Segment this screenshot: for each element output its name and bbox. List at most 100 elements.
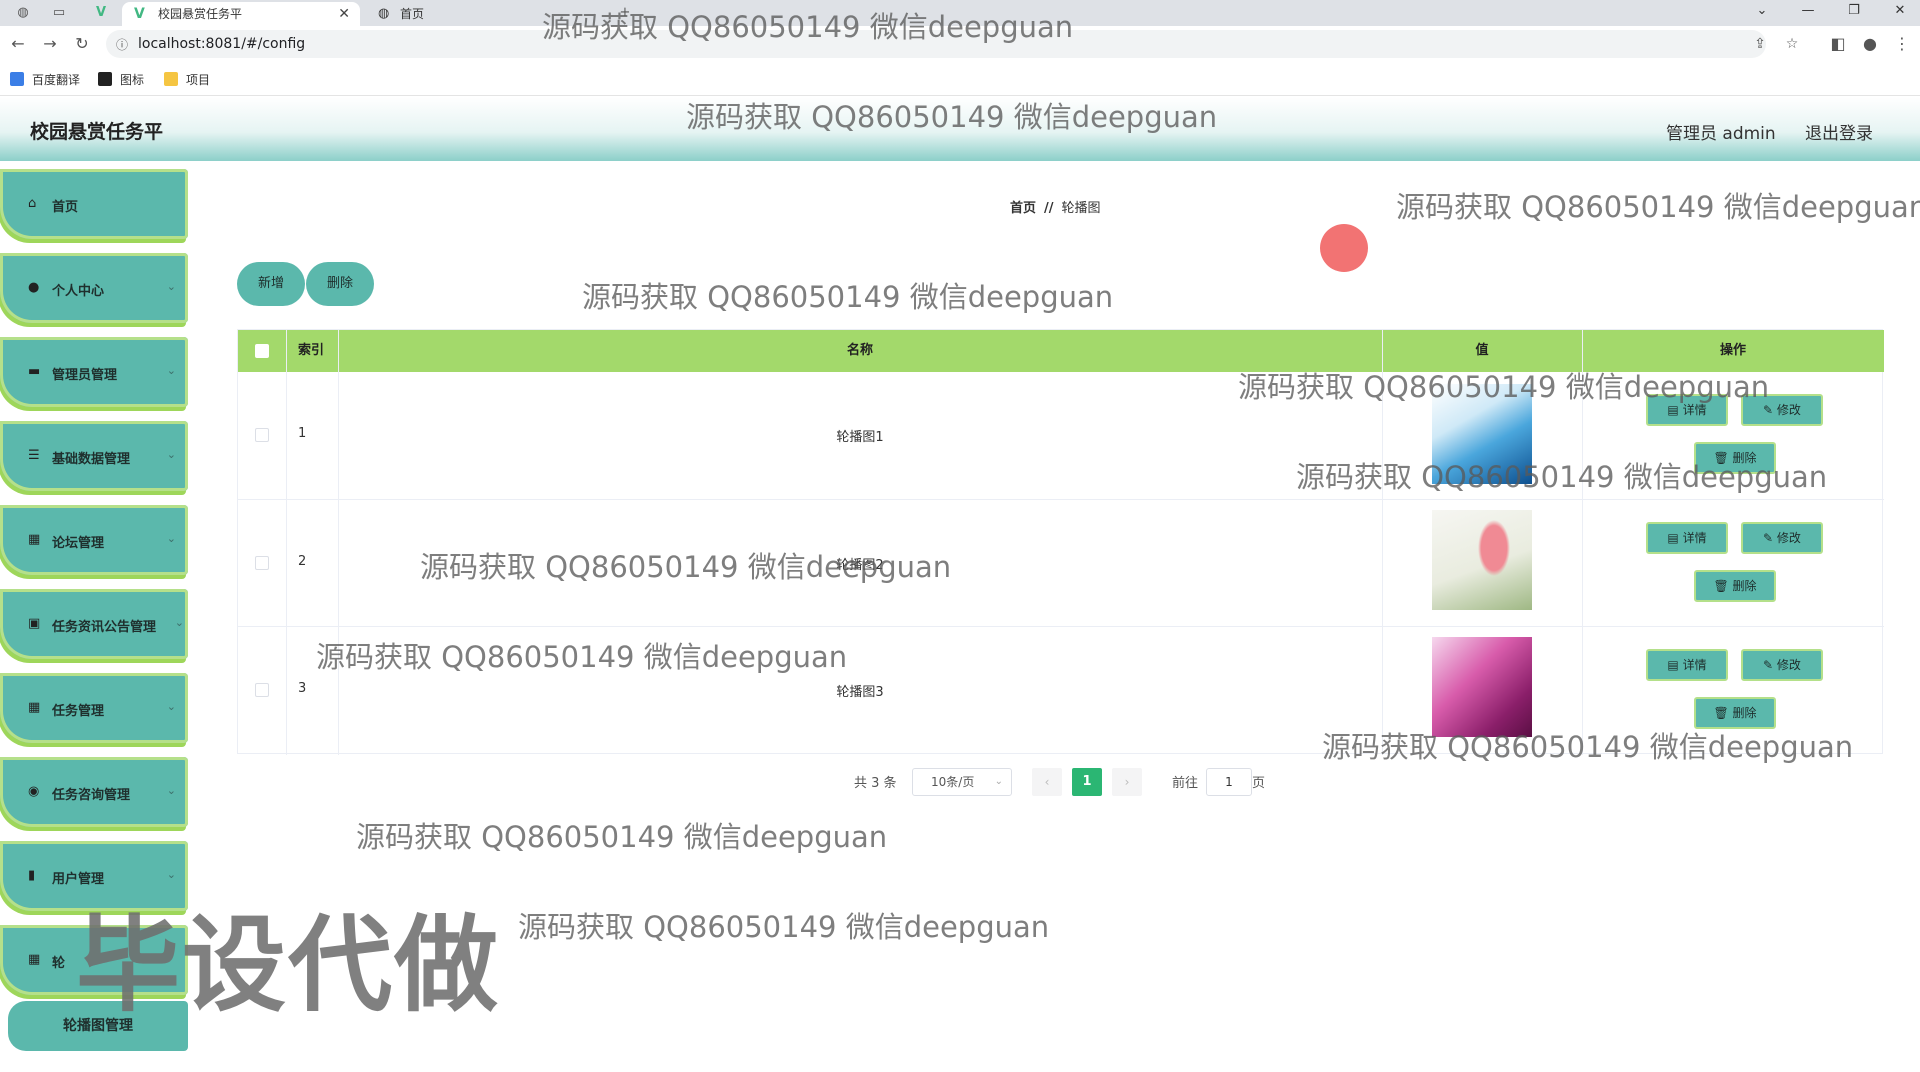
header-name: 名称 (846, 343, 873, 358)
grid-icon: ▦ (28, 952, 41, 967)
sidebar-item-label: 基础数据管理 (52, 452, 131, 467)
sidebar-item-basic-data[interactable]: ☰ 基础数据管理 ⌄ (0, 421, 188, 491)
add-button[interactable]: 新增 (237, 262, 305, 306)
edit-button[interactable]: ✎ 修改 (1741, 522, 1823, 554)
sidebar-item-tasks[interactable]: ▦ 任务管理 ⌄ (0, 673, 188, 743)
sidebar-item-label: 任务资讯公告管理 (52, 620, 157, 635)
sidebar-item-label: 论坛管理 (52, 536, 105, 551)
watermark-text: 源码获取 QQ86050149 微信deepguan (420, 550, 952, 584)
close-tab-icon[interactable]: ✕ (338, 2, 350, 26)
clipboard-icon: ▣ (28, 616, 41, 631)
chevron-down-icon: ⌄ (994, 776, 1003, 787)
tab-inactive[interactable]: ◍ 首页 (372, 2, 552, 26)
header-index: 索引 (297, 343, 324, 358)
tab-active[interactable]: V 校园悬赏任务平 ✕ (122, 2, 360, 26)
sidebar-item-home[interactable]: ⌂ 首页 (0, 169, 188, 239)
star-icon[interactable]: ☆ (1782, 34, 1802, 54)
grid-icon: ▦ (28, 700, 41, 715)
watermark-text: 源码获取 QQ86050149 微信deepguan (582, 280, 1114, 314)
watermark-text: 源码获取 QQ86050149 微信deepguan (1238, 370, 1770, 404)
vue-logo-icon[interactable]: V (92, 4, 110, 22)
close-window-icon[interactable]: ✕ (1880, 0, 1920, 22)
bookmark-translate[interactable]: 百度翻译 (10, 71, 80, 88)
trash-icon: 🗑 (1713, 706, 1733, 720)
prev-page-button[interactable]: ‹ (1032, 768, 1062, 796)
home-icon: ⌂ (28, 196, 37, 211)
folder-icon (164, 72, 178, 86)
trash-icon: 🗑 (1713, 579, 1733, 593)
image-icon (98, 72, 112, 86)
sidebar-item-task-consult[interactable]: ◉ 任务咨询管理 ⌄ (0, 757, 188, 827)
reload-icon[interactable]: ↻ (72, 34, 92, 54)
row-name: 轮播图1 (836, 430, 884, 445)
select-all-checkbox[interactable] (255, 344, 269, 358)
sidebar-item-personal[interactable]: ● 个人中心 ⌄ (0, 253, 188, 323)
chevron-down-icon: ⌄ (166, 532, 176, 545)
carousel-thumbnail[interactable] (1432, 510, 1532, 610)
pencil-icon: ✎ (1763, 531, 1777, 545)
list-icon: ☰ (28, 448, 40, 463)
app-title: 校园悬赏任务平 (30, 121, 164, 143)
restore-icon[interactable]: ❐ (1834, 0, 1874, 22)
url-text[interactable]: localhost:8081/#/config (138, 36, 305, 52)
bookmark-icons[interactable]: 图标 (98, 71, 144, 88)
vue-logo-icon: V (134, 6, 145, 22)
sidebar-item-label: 个人中心 (52, 284, 105, 299)
bookmarks-bar: 百度翻译 图标 项目 (0, 62, 1920, 96)
chevron-down-icon: ⌄ (174, 616, 184, 629)
edit-button[interactable]: ✎ 修改 (1741, 649, 1823, 681)
watermark-text: 源码获取 QQ86050149 微信deepguan (542, 10, 1074, 44)
translate-icon (10, 72, 24, 86)
detail-button[interactable]: ▤ 详情 (1646, 522, 1728, 554)
sidebar-item-task-news[interactable]: ▣ 任务资讯公告管理 ⌄ (0, 589, 188, 659)
watermark-text: 源码获取 QQ86050149 微信deepguan (1296, 460, 1828, 494)
bookmark-project[interactable]: 项目 (164, 71, 210, 88)
chevron-down-icon: ⌄ (166, 280, 176, 293)
pencil-icon: ✎ (1763, 658, 1777, 672)
minimize-icon[interactable]: — (1788, 0, 1828, 22)
profile-icon[interactable]: ● (1860, 34, 1880, 54)
user-icon: ● (28, 280, 40, 295)
chat-icon: ▬ (28, 364, 41, 379)
browser-globe-icon[interactable]: ◍ (14, 4, 32, 22)
site-info-icon[interactable]: ⓘ (116, 36, 128, 53)
watermark-text: 源码获取 QQ86050149 微信deepguan (518, 910, 1050, 944)
delete-button[interactable]: 删除 (306, 262, 374, 306)
watermark-text: 源码获取 QQ86050149 微信deepguan (1396, 190, 1920, 224)
tab-placeholder-icon[interactable]: ▭ (50, 4, 68, 22)
sidepanel-icon[interactable]: ◧ (1828, 34, 1848, 54)
row-checkbox[interactable] (255, 556, 269, 570)
tab-search-icon[interactable]: ⌄ (1742, 0, 1782, 22)
breadcrumb-home[interactable]: 首页 (1010, 201, 1036, 216)
share-icon[interactable]: ⇪ (1750, 34, 1770, 54)
document-icon: ▤ (1667, 658, 1683, 672)
detail-button[interactable]: ▤ 详情 (1646, 649, 1728, 681)
bar-chart-icon: ▮ (28, 868, 36, 883)
row-checkbox[interactable] (255, 428, 269, 442)
document-icon: ▤ (1667, 531, 1683, 545)
chevron-down-icon: ⌄ (166, 364, 176, 377)
menu-icon[interactable]: ⋮ (1892, 34, 1912, 54)
back-icon[interactable]: ← (8, 34, 28, 54)
tab-title: 校园悬赏任务平 (158, 7, 243, 21)
admin-label: 管理员 admin (1666, 124, 1776, 144)
watermark-text: 源码获取 QQ86050149 微信deepguan (686, 100, 1218, 134)
sidebar-item-admins[interactable]: ▬ 管理员管理 ⌄ (0, 337, 188, 407)
page-size-select[interactable]: 10条/页 ⌄ (912, 768, 1012, 796)
row-checkbox[interactable] (255, 683, 269, 697)
forward-icon[interactable]: → (40, 34, 60, 54)
page-number-current[interactable]: 1 (1072, 768, 1102, 796)
logout-button[interactable]: 退出登录 (1805, 119, 1873, 144)
row-delete-button[interactable]: 🗑 删除 (1694, 570, 1776, 602)
sidebar-item-label: 轮 (52, 956, 66, 971)
watermark-text: 源码获取 QQ86050149 微信deepguan (316, 640, 848, 674)
location-icon: ◉ (28, 784, 40, 799)
goto-page-input[interactable]: 1 (1206, 768, 1252, 796)
globe-icon: ◍ (378, 6, 390, 21)
big-watermark: 毕设代做 (76, 904, 501, 1026)
next-page-button[interactable]: › (1112, 768, 1142, 796)
sidebar-item-forum[interactable]: ▦ 论坛管理 ⌄ (0, 505, 188, 575)
sidebar-item-label: 任务管理 (52, 704, 105, 719)
carousel-thumbnail[interactable] (1432, 637, 1532, 737)
chevron-down-icon: ⌄ (166, 784, 176, 797)
